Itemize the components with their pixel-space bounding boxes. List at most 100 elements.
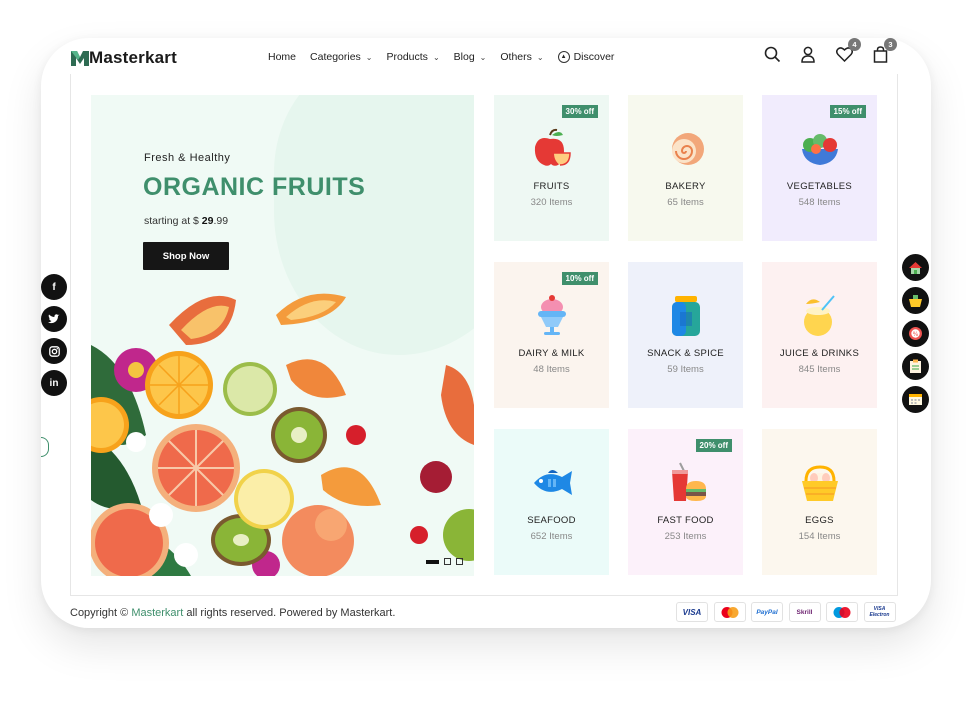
- basket-shortcut-button[interactable]: [902, 287, 929, 314]
- social-links: f in: [41, 274, 67, 402]
- linkedin-icon[interactable]: in: [41, 370, 67, 396]
- nav-home[interactable]: Home: [268, 51, 296, 63]
- nav-others-label: Others: [500, 51, 532, 63]
- instagram-icon[interactable]: [41, 338, 67, 364]
- payment-methods: VISA PayPal Skrill VISA Electron: [676, 602, 901, 622]
- hero-price-prefix: starting at $: [144, 215, 199, 227]
- visa-electron-icon: VISA Electron: [863, 602, 896, 622]
- category-card-fruits[interactable]: 30% off FRUITS 320 Items: [494, 95, 609, 241]
- offer-badge: 15% off: [829, 105, 866, 118]
- facebook-icon[interactable]: f: [41, 274, 67, 300]
- category-card-fast-food[interactable]: 20% off FAST FOOD 253 Items: [628, 429, 743, 575]
- logo[interactable]: Masterkart: [70, 48, 186, 68]
- roll-cake-icon: [671, 133, 704, 165]
- calendar-icon: [909, 394, 922, 405]
- mastercard-icon: [713, 602, 746, 622]
- category-name: VEGETABLES: [786, 181, 853, 192]
- chevron-down-icon: ⌄: [536, 52, 544, 62]
- category-name: EGGS: [805, 515, 834, 526]
- category-card-juice-drinks[interactable]: JUICE & DRINKS 845 Items: [762, 262, 877, 408]
- nav-blog[interactable]: Blog ⌄: [454, 51, 487, 63]
- maestro-icon: [826, 602, 858, 622]
- category-card-dairy-milk[interactable]: 10% off DAIRY & MILK 48 Items: [494, 262, 609, 408]
- category-count: 59 Items: [667, 364, 704, 375]
- header-actions: 4 3: [746, 38, 897, 64]
- main-nav: Home Categories ⌄ Products ⌄ Blog ⌄ Others ⌄…: [268, 51, 628, 63]
- cart-button[interactable]: 3: [870, 38, 897, 64]
- category-name: DAIRY & MILK: [518, 348, 585, 359]
- footer-copyright: Copyright © Masterkart all rights reserv…: [70, 607, 395, 619]
- nav-categories-label: Categories: [310, 51, 361, 63]
- search-button[interactable]: [762, 44, 782, 64]
- twitter-icon[interactable]: [41, 306, 67, 332]
- clipboard-icon: [910, 359, 921, 373]
- offers-shortcut-button[interactable]: %: [902, 320, 929, 347]
- category-count: 253 Items: [664, 531, 707, 542]
- carousel-dots: [426, 558, 468, 565]
- visa-icon: VISA: [676, 602, 708, 622]
- apple-icon: [534, 128, 571, 166]
- fish-icon: [533, 470, 572, 495]
- house-icon: [909, 261, 922, 274]
- category-name: FRUITS: [533, 181, 570, 192]
- nav-others[interactable]: Others ⌄: [500, 51, 543, 63]
- nav-products-label: Products: [386, 51, 428, 63]
- carousel-dot-3[interactable]: [456, 558, 463, 565]
- offer-badge: 10% off: [561, 272, 598, 285]
- nav-home-label: Home: [268, 51, 297, 63]
- carousel-dot-1[interactable]: [426, 559, 439, 564]
- nav-discover-label: Discover: [573, 51, 615, 63]
- copyright-prefix: Copyright ©: [70, 607, 129, 619]
- category-card-vegetables[interactable]: 15% off VEGETABLES 548 Items: [762, 95, 877, 241]
- category-name: JUICE & DRINKS: [779, 348, 860, 359]
- egg-basket-icon: [801, 465, 838, 501]
- home-shortcut-button[interactable]: [902, 254, 929, 281]
- offer-badge: 30% off: [561, 105, 598, 118]
- vegetables-icon: [801, 134, 838, 165]
- paypal-icon: PayPal: [751, 602, 783, 622]
- wishlist-button[interactable]: 4: [834, 38, 861, 64]
- category-count: 548 Items: [798, 197, 841, 208]
- category-count: 652 Items: [530, 531, 573, 542]
- coconut-drink-icon: [803, 295, 835, 336]
- category-card-bakery[interactable]: BAKERY 65 Items: [628, 95, 743, 241]
- category-name: SEAFOOD: [527, 515, 576, 526]
- nav-products[interactable]: Products ⌄: [387, 51, 440, 63]
- offer-badge: 20% off: [695, 439, 732, 452]
- shop-now-button[interactable]: Shop Now: [143, 242, 229, 270]
- search-icon: [764, 46, 780, 62]
- nav-categories[interactable]: Categories ⌄: [310, 51, 372, 63]
- category-count: 154 Items: [798, 531, 841, 542]
- ice-cream-icon: [537, 295, 566, 335]
- nav-discover[interactable]: ▲ Discover: [557, 51, 615, 63]
- category-card-seafood[interactable]: SEAFOOD 652 Items: [494, 429, 609, 575]
- discount-icon: %: [909, 327, 922, 340]
- copyright-brand-link[interactable]: Masterkart: [131, 607, 183, 619]
- basket-icon: [909, 294, 922, 307]
- fruit-illustration: [91, 293, 474, 576]
- jar-icon: [671, 296, 700, 336]
- checklist-shortcut-button[interactable]: [902, 353, 929, 380]
- category-count: 48 Items: [533, 364, 570, 375]
- carousel-dot-2[interactable]: [444, 558, 451, 565]
- calendar-shortcut-button[interactable]: [902, 386, 929, 413]
- chevron-down-icon: ⌄: [365, 52, 373, 62]
- category-name: SNACK & SPICE: [647, 348, 724, 359]
- copyright-suffix: all rights reserved. Powered by Masterka…: [186, 607, 396, 619]
- category-count: 845 Items: [798, 364, 841, 375]
- category-count: 320 Items: [530, 197, 573, 208]
- wishlist-count-badge: 4: [848, 38, 861, 51]
- chevron-down-icon: ⌄: [432, 52, 440, 62]
- svg-text:%: %: [913, 331, 919, 338]
- hero-banner: Fresh & Healthy ORGANIC FRUITS starting …: [91, 95, 474, 576]
- category-name: FAST FOOD: [657, 515, 714, 526]
- chevron-down-icon: ⌄: [479, 52, 487, 62]
- skrill-icon: Skrill: [788, 602, 821, 622]
- burger-soda-icon: [671, 462, 706, 501]
- quick-tools: %: [902, 254, 929, 419]
- hero-price: starting at $ 29.99: [144, 215, 228, 227]
- category-card-eggs[interactable]: EGGS 154 Items: [762, 429, 877, 575]
- account-button[interactable]: [798, 44, 818, 64]
- category-card-snack-spice[interactable]: SNACK & SPICE 59 Items: [628, 262, 743, 408]
- hero-price-value: 29: [201, 215, 214, 227]
